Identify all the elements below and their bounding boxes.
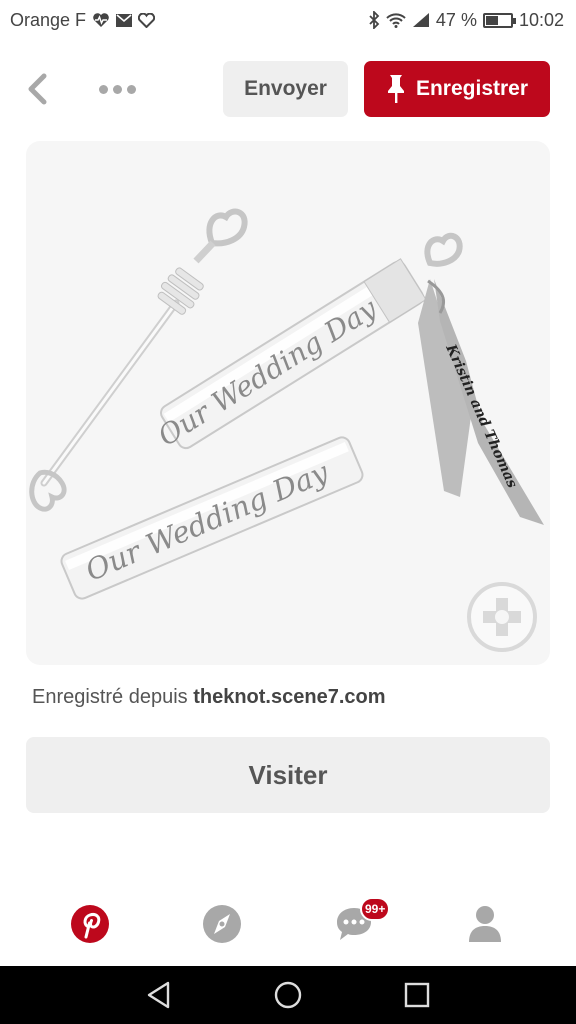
bottom-tab-bar: 99+ <box>0 890 576 960</box>
recents-square-icon <box>404 982 430 1008</box>
battery-icon <box>482 12 516 28</box>
signal-icon <box>412 12 430 28</box>
back-chevron-icon <box>28 73 47 105</box>
android-recents-button[interactable] <box>402 980 432 1010</box>
mail-icon <box>116 13 133 27</box>
more-options-button[interactable] <box>92 74 142 104</box>
send-button-label: Envoyer <box>244 77 327 100</box>
source-domain-link[interactable]: theknot.scene7.com <box>193 686 385 708</box>
tube-top-text: Our Wedding Day <box>152 291 383 453</box>
more-dot <box>126 84 136 94</box>
pinterest-home-icon <box>71 905 109 943</box>
save-button-label: Enregistrer <box>415 77 529 100</box>
pushpin-icon <box>387 75 404 103</box>
explore-compass-icon <box>203 905 241 943</box>
send-button[interactable]: Envoyer <box>223 61 348 117</box>
messages-badge: 99+ <box>360 897 391 921</box>
back-button[interactable] <box>22 72 52 106</box>
visit-button[interactable]: Visiter <box>26 737 550 813</box>
visual-search-button[interactable] <box>467 582 537 652</box>
profile-icon <box>469 906 501 942</box>
heart-pulse-icon <box>92 12 110 28</box>
tab-profile[interactable] <box>463 902 507 946</box>
battery-percentage: 47 % <box>435 9 477 30</box>
android-home-button[interactable] <box>273 980 303 1010</box>
ribbon: Kristin and Thomas <box>418 279 544 525</box>
more-dot <box>112 84 122 94</box>
status-bar: Orange F 47 % 10:02 <box>0 0 576 40</box>
pin-header: Envoyer Enregistrer <box>0 60 576 118</box>
carrier-name: Orange F <box>10 9 87 30</box>
source-prefix: Enregistré depuis <box>32 686 188 708</box>
more-dots-icon <box>98 84 108 94</box>
bluetooth-icon <box>368 11 380 29</box>
tab-home[interactable] <box>68 902 112 946</box>
clock: 10:02 <box>518 9 564 30</box>
source-attribution: Enregistré depuis theknot.scene7.com <box>32 686 386 709</box>
bubble-wand <box>29 208 248 512</box>
wifi-icon <box>386 12 406 28</box>
pin-image[interactable]: Our Wedding Day Kristin and Thomas Our W… <box>26 141 550 665</box>
android-nav-bar <box>0 966 576 1024</box>
battery-level-fill <box>485 15 499 25</box>
visual-search-icon <box>483 598 521 636</box>
heart-outline-icon <box>138 12 156 28</box>
tab-explore[interactable] <box>200 902 244 946</box>
visit-button-label: Visiter <box>248 759 328 790</box>
back-triangle-icon <box>147 981 170 1009</box>
tube-bottom-text: Our Wedding Day <box>81 455 334 588</box>
pin-product-illustration: Our Wedding Day Kristin and Thomas Our W… <box>29 208 544 600</box>
home-circle-icon <box>274 981 302 1009</box>
android-back-button[interactable] <box>144 980 174 1010</box>
save-button[interactable]: Enregistrer <box>364 61 550 117</box>
tube-bottom: Our Wedding Day <box>60 436 364 600</box>
